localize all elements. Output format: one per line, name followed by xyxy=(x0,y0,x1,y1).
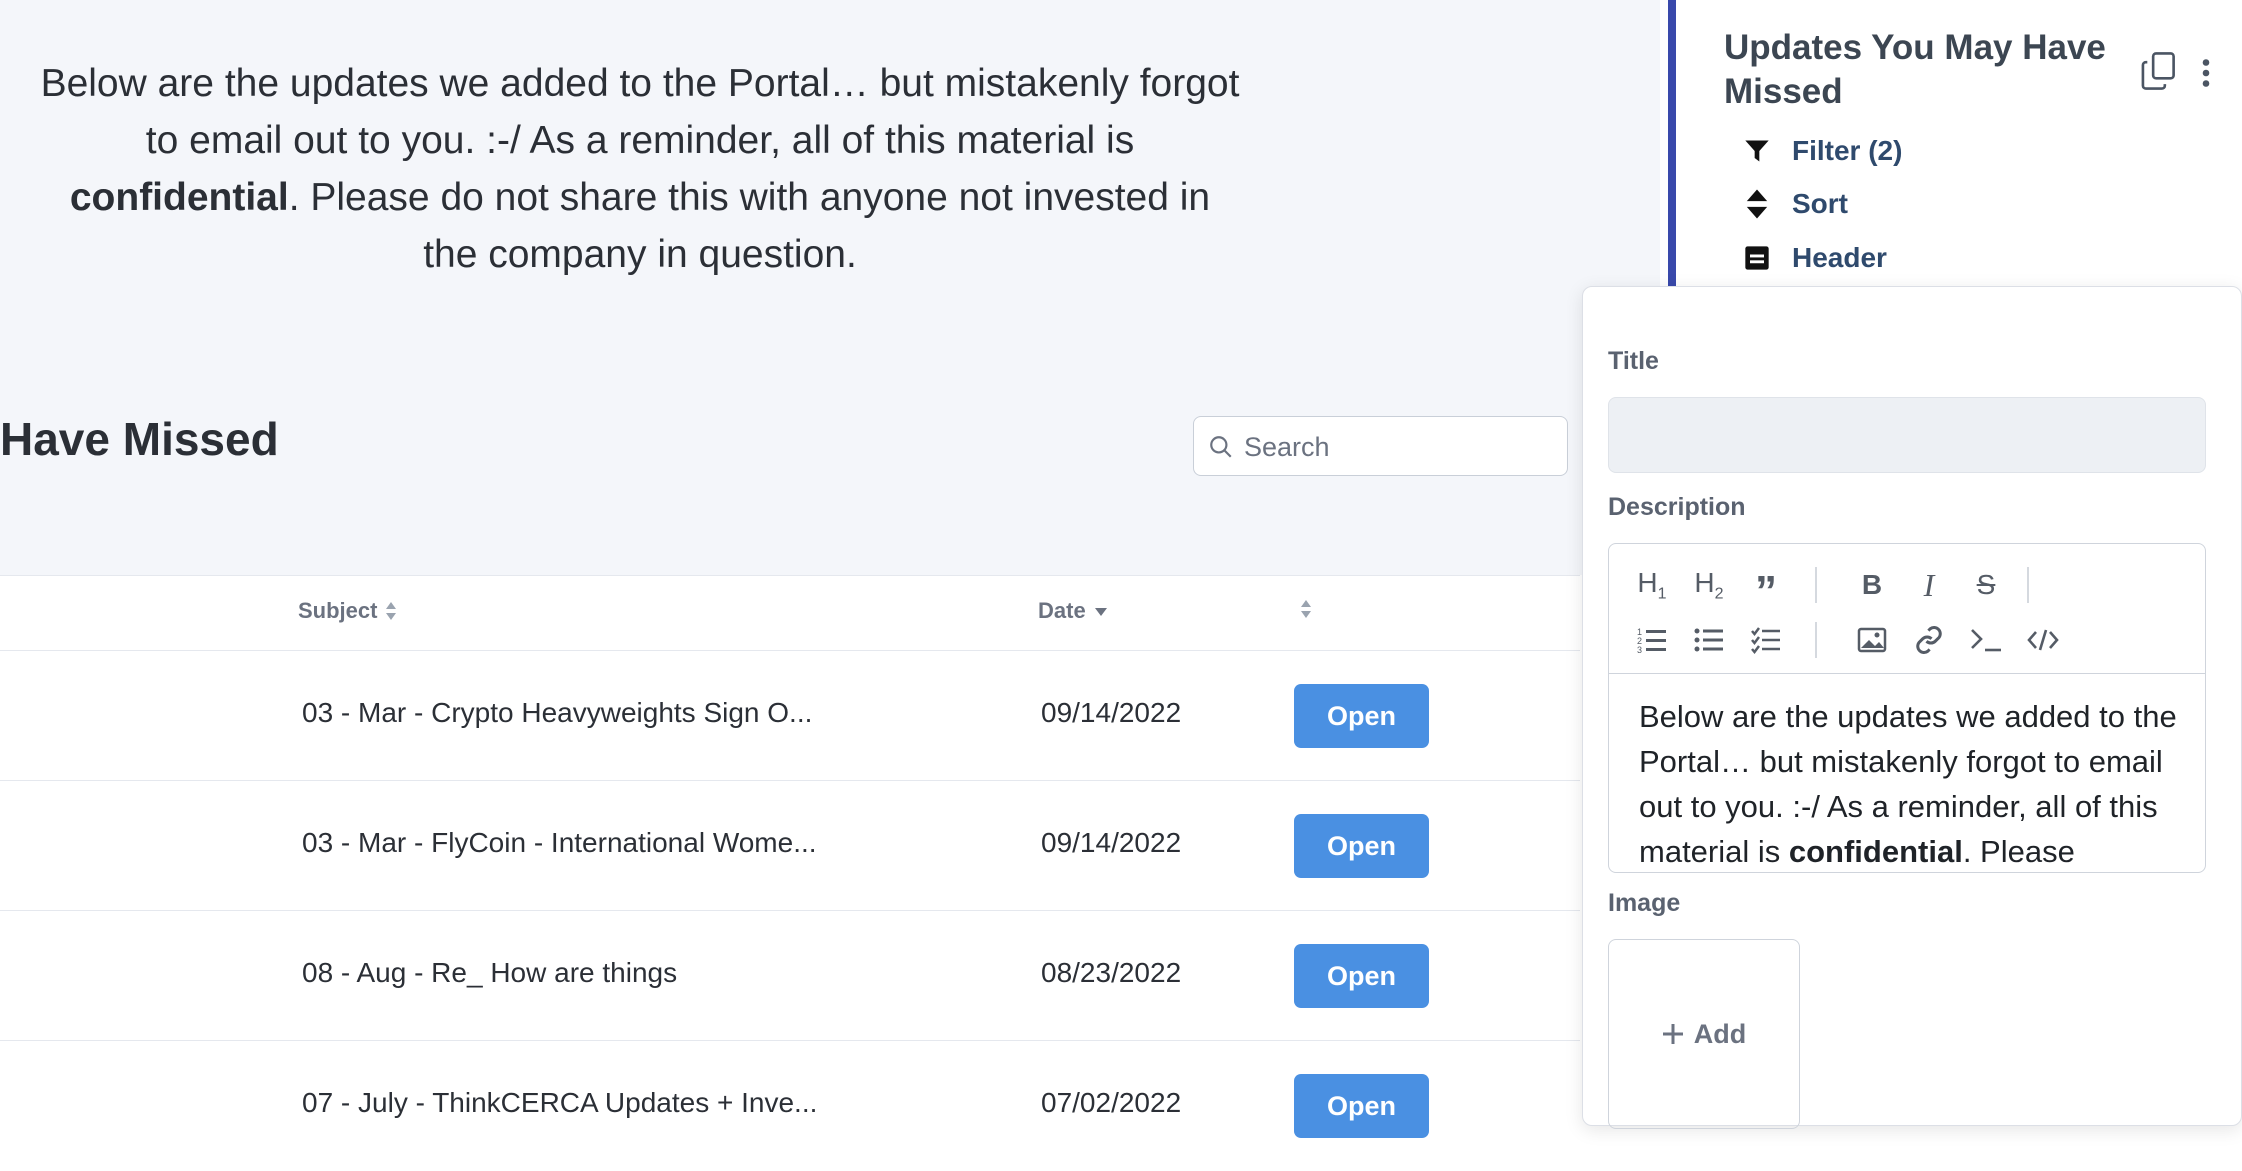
more-options-icon[interactable] xyxy=(2201,58,2211,88)
table-row: 03 - Mar - FlyCoin - International Wome.… xyxy=(0,780,1580,911)
intro-text: Below are the updates we added to the Po… xyxy=(40,55,1240,283)
intro-text-bold: confidential xyxy=(69,176,289,219)
sidebar-item-header[interactable]: Header xyxy=(1742,242,1887,274)
description-label: Description xyxy=(1608,493,1746,521)
bold-icon[interactable]: B xyxy=(1854,567,1890,603)
search-input[interactable] xyxy=(1242,423,1546,471)
checklist-icon[interactable] xyxy=(1748,622,1784,658)
description-text[interactable]: Below are the updates we added to the Po… xyxy=(1639,694,2184,872)
sidebar-item-sort[interactable]: Sort xyxy=(1742,188,1848,220)
row-date: 07/02/2022 xyxy=(1041,1087,1182,1118)
column-header-subject[interactable]: Subject xyxy=(298,598,397,624)
title-input[interactable] xyxy=(1608,397,2206,473)
code-icon[interactable] xyxy=(2025,622,2061,658)
open-button[interactable]: Open xyxy=(1294,684,1429,748)
table-row: 07 - July - ThinkCERCA Updates + Inve...… xyxy=(0,1040,1580,1171)
heading-1-icon[interactable]: H1 xyxy=(1634,567,1670,603)
sidebar-item-label: Filter (2) xyxy=(1792,135,1903,166)
page-header-area: Below are the updates we added to the Po… xyxy=(0,0,1660,575)
updates-table: Subject Date 03 - Mar - Crypto Heavyweig… xyxy=(0,575,1580,1138)
row-subject: 03 - Mar - FlyCoin - International Wome.… xyxy=(302,827,817,858)
ordered-list-icon[interactable]: 123 xyxy=(1634,622,1670,658)
row-subject: 08 - Aug - Re_ How are things xyxy=(302,957,678,988)
filter-icon xyxy=(1742,136,1772,166)
plus-icon xyxy=(1662,1024,1683,1044)
image-label: Image xyxy=(1608,889,1681,917)
open-button[interactable]: Open xyxy=(1294,944,1429,1008)
column-header-subject-label: Subject xyxy=(298,598,378,623)
sidebar-item-label: Sort xyxy=(1792,188,1848,219)
section-title: Have Missed xyxy=(0,413,279,465)
sort-icon xyxy=(386,602,397,620)
row-date: 09/14/2022 xyxy=(1041,697,1182,728)
svg-text:3: 3 xyxy=(1637,645,1642,654)
sort-icon xyxy=(1742,189,1772,219)
heading-2-icon[interactable]: H2 xyxy=(1691,567,1727,603)
header-icon xyxy=(1742,243,1772,273)
search-box[interactable] xyxy=(1193,416,1568,476)
column-header-action[interactable] xyxy=(1300,598,1312,620)
sort-icon xyxy=(1301,600,1311,618)
column-header-date[interactable]: Date xyxy=(1038,598,1108,624)
search-icon xyxy=(1210,436,1232,458)
image-icon[interactable] xyxy=(1854,622,1890,658)
title-label: Title xyxy=(1608,347,1659,375)
table-row: 08 - Aug - Re_ How are things 08/23/2022… xyxy=(0,910,1580,1041)
description-editor[interactable]: H1 H2 ” B I S 123 Below are the updates … xyxy=(1608,543,2206,873)
copy-icon[interactable] xyxy=(2141,52,2177,90)
link-icon[interactable] xyxy=(1911,622,1947,658)
sort-desc-icon xyxy=(1094,608,1107,616)
description-text-part2: . Please xyxy=(1962,834,2075,869)
row-date: 08/23/2022 xyxy=(1041,957,1182,988)
edit-header-popover: Title Description H1 H2 ” B I S 123 Belo… xyxy=(1582,286,2242,1129)
row-subject: 03 - Mar - Crypto Heavyweights Sign O... xyxy=(302,697,813,728)
open-button[interactable]: Open xyxy=(1294,1074,1429,1138)
intro-text-part2: . Please do not share this with anyone n… xyxy=(288,176,1211,276)
sidebar-title: Updates You May Have Missed xyxy=(1724,28,2106,111)
add-image-button[interactable]: Add xyxy=(1608,939,1800,1129)
editor-toolbar: H1 H2 ” B I S 123 xyxy=(1609,544,2205,674)
open-button[interactable]: Open xyxy=(1294,814,1429,878)
code-block-icon[interactable] xyxy=(1968,622,2004,658)
sidebar-item-filter[interactable]: Filter (2) xyxy=(1742,135,1902,167)
sidebar-item-label: Header xyxy=(1792,242,1887,273)
quote-icon[interactable]: ” xyxy=(1748,567,1784,614)
column-header-date-label: Date xyxy=(1038,598,1086,623)
italic-icon[interactable]: I xyxy=(1911,567,1947,603)
strikethrough-icon[interactable]: S xyxy=(1968,567,2004,603)
description-text-bold: confidential xyxy=(1788,834,1963,869)
bullet-list-icon[interactable] xyxy=(1691,622,1727,658)
table-row: 03 - Mar - Crypto Heavyweights Sign O...… xyxy=(0,650,1580,781)
add-image-label: Add xyxy=(1693,1018,1747,1049)
row-date: 09/14/2022 xyxy=(1041,827,1182,858)
intro-text-part1: Below are the updates we added to the Po… xyxy=(40,62,1240,162)
row-subject: 07 - July - ThinkCERCA Updates + Inve... xyxy=(302,1087,818,1118)
